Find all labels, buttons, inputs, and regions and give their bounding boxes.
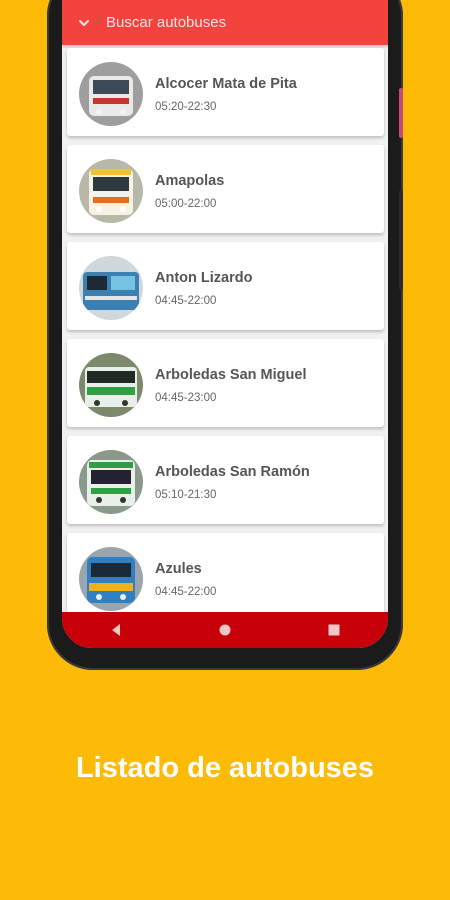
route-name: Amapolas xyxy=(155,173,225,189)
bus-photo xyxy=(79,62,143,126)
route-name: Arboledas San Ramón xyxy=(155,464,310,480)
app-bar-title[interactable]: Buscar autobuses xyxy=(106,14,226,31)
bus-photo xyxy=(79,547,143,611)
route-card[interactable]: Arboledas San Ramón 05:10-21:30 xyxy=(67,436,384,524)
route-hours: 05:10-21:30 xyxy=(155,489,217,501)
route-card[interactable]: Anton Lizardo 04:45-22:00 xyxy=(67,242,384,330)
route-hours: 05:20-22:30 xyxy=(155,101,217,113)
bus-photo xyxy=(79,353,143,417)
bus-photo xyxy=(79,450,143,514)
route-hours: 04:45-22:00 xyxy=(155,586,217,598)
route-card[interactable]: Amapolas 05:00-22:00 xyxy=(67,145,384,233)
route-name: Alcocer Mata de Pita xyxy=(155,76,297,92)
route-name: Arboledas San Miguel xyxy=(155,367,307,383)
route-hours: 04:45-23:00 xyxy=(155,392,217,404)
chevron-down-icon[interactable] xyxy=(76,15,92,31)
route-card[interactable]: Alcocer Mata de Pita 05:20-22:30 xyxy=(67,48,384,136)
recents-icon[interactable] xyxy=(324,620,344,640)
phone-side-button xyxy=(399,88,403,138)
route-name: Anton Lizardo xyxy=(155,270,253,286)
back-icon[interactable] xyxy=(106,620,126,640)
route-name: Azules xyxy=(155,561,202,577)
route-hours: 05:00-22:00 xyxy=(155,198,217,210)
home-icon[interactable] xyxy=(215,620,235,640)
phone-power-button xyxy=(399,190,403,290)
system-nav-bar xyxy=(62,612,388,648)
route-card[interactable]: Arboledas San Miguel 04:45-23:00 xyxy=(67,339,384,427)
route-card[interactable]: Azules 04:45-22:00 xyxy=(67,533,384,612)
route-hours: 04:45-22:00 xyxy=(155,295,217,307)
bus-photo xyxy=(79,159,143,223)
phone-screen: Buscar autobuses Alcocer Mata de Pita 05… xyxy=(62,0,388,648)
routes-list[interactable]: Alcocer Mata de Pita 05:20-22:30 Amapola… xyxy=(62,45,388,612)
bus-photo xyxy=(79,256,143,320)
app-bar: Buscar autobuses xyxy=(62,0,388,45)
promo-caption: Listado de autobuses xyxy=(75,752,375,784)
